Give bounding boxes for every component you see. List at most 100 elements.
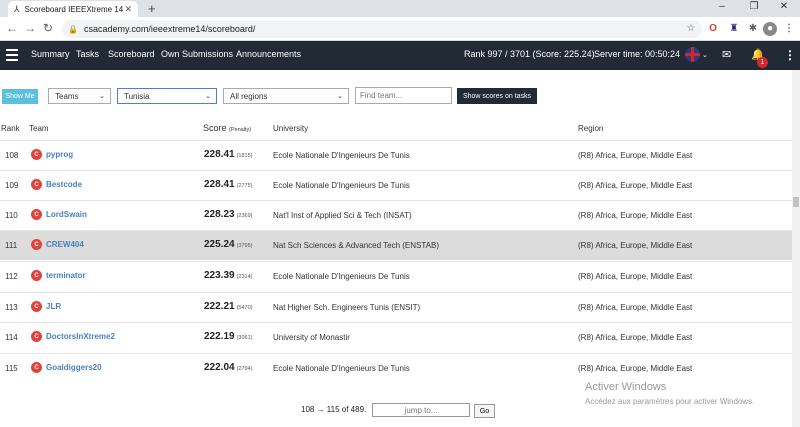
row-region: (R8) Africa, Europe, Middle East <box>578 181 693 190</box>
team-name-link[interactable]: Goaldiggers20 <box>46 363 102 372</box>
team-logo-icon: C <box>31 362 42 373</box>
tab-close-icon[interactable]: ✕ <box>124 4 132 15</box>
row-team[interactable]: C CREW404 <box>31 239 84 250</box>
row-region: (R8) Africa, Europe, Middle East <box>578 303 693 312</box>
app-navbar: Summary Tasks Scoreboard Own Submissions… <box>0 41 800 70</box>
show-scores-button[interactable]: Show scores on tasks <box>457 88 537 104</box>
table-row-highlighted: 111 C CREW404 225.24 (3795) Nat Sch Scienc… <box>0 230 792 260</box>
region-select[interactable]: All regions ⌄ <box>223 88 349 104</box>
team-name-link[interactable]: JLR <box>46 302 61 311</box>
row-rank: 112 <box>5 272 18 281</box>
team-logo-icon: C <box>31 149 42 160</box>
row-rank: 115 <box>5 364 18 373</box>
back-icon[interactable]: ← <box>4 21 20 35</box>
row-rank: 110 <box>5 211 18 220</box>
row-team[interactable]: Cpyprog <box>31 149 73 160</box>
lock-icon: 🔒 <box>68 24 78 34</box>
row-team[interactable]: C DoctorsInXtreme2 <box>31 331 115 342</box>
go-button[interactable]: Go <box>474 404 495 418</box>
region-select-value: All regions <box>230 91 268 101</box>
extension-icon[interactable]: ♜ <box>727 22 741 36</box>
team-name-link[interactable]: Bestcode <box>46 180 82 189</box>
notification-badge: 1 <box>757 57 768 68</box>
team-name-link[interactable]: CREW404 <box>46 240 84 249</box>
address-bar[interactable]: 🔒 csacademy.com/ieeextreme14/scoreboard/ <box>62 20 702 38</box>
header-region[interactable]: Region <box>578 124 603 133</box>
row-rank: 111 <box>5 241 18 250</box>
browser-tab[interactable]: ⅄ Scoreboard IEEEXtreme 14.0 ✕ <box>8 1 138 17</box>
country-select[interactable]: Tunisia ⌄ <box>117 88 217 104</box>
url-text: csacademy.com/ieeextreme14/scoreboard/ <box>83 24 256 34</box>
team-logo-icon: C <box>31 270 42 281</box>
table-row: 114 C DoctorsInXtreme2 222.19 (3061) Unive… <box>0 322 792 352</box>
show-me-button[interactable]: Show Me <box>2 89 38 104</box>
header-score[interactable]: Score (Penalty) <box>203 123 251 133</box>
row-score: 228.41 (1815) <box>204 149 253 160</box>
star-icon[interactable]: ☆ <box>684 22 698 36</box>
teams-select[interactable]: Teams ⌄ <box>48 88 111 104</box>
row-region: (R8) Africa, Europe, Middle East <box>578 241 693 250</box>
scoreboard-header: Rank Team Score (Penalty) University Reg… <box>0 120 792 140</box>
minimize-button[interactable]: – <box>712 1 732 12</box>
jump-to-input[interactable] <box>372 403 470 417</box>
close-window-button[interactable]: ✕ <box>774 1 794 12</box>
header-score-label: Score <box>203 123 227 133</box>
opera-extension-icon[interactable]: O <box>706 22 720 36</box>
row-university: Ecole Nationale D'Ingenieurs De Tunis <box>273 181 410 190</box>
rank-info: Rank 997 / 3701 (Score: 225.24) <box>464 49 595 59</box>
reload-icon[interactable]: ↻ <box>40 21 56 35</box>
score-value: 222.19 <box>204 331 235 342</box>
row-university: Nat Higher Sch. Engineers Tunis (ENSIT) <box>273 303 421 312</box>
score-value: 228.41 <box>204 149 235 160</box>
score-value: 225.24 <box>204 239 235 250</box>
more-menu-icon[interactable]: ⋮ <box>784 48 796 62</box>
nav-announcements[interactable]: Announcements <box>236 49 301 59</box>
table-row: 108 Cpyprog 228.41 (1815) Ecole Nationale… <box>0 140 792 170</box>
row-team[interactable]: C LordSwain <box>31 209 87 220</box>
team-logo-icon: C <box>31 301 42 312</box>
nav-scoreboard[interactable]: Scoreboard <box>108 49 155 59</box>
page-scrollbar[interactable] <box>792 70 800 427</box>
scrollbar-thumb[interactable] <box>793 197 799 207</box>
team-name-link[interactable]: DoctorsInXtreme2 <box>46 332 115 341</box>
score-value: 222.04 <box>204 362 235 373</box>
penalty-value: (2314) <box>236 274 253 280</box>
row-university: Nat'l Inst of Applied Sci & Tech (INSAT) <box>273 211 412 220</box>
row-team[interactable]: Cterminator <box>31 270 86 281</box>
profile-avatar[interactable]: ● <box>763 22 777 36</box>
team-logo-icon: C <box>31 179 42 190</box>
new-tab-button[interactable]: + <box>148 1 156 16</box>
header-team[interactable]: Team <box>29 124 49 133</box>
nav-summary[interactable]: Summary <box>31 49 70 59</box>
puzzle-extension-icon[interactable]: ✱ <box>746 22 760 36</box>
row-rank: 114 <box>5 333 18 342</box>
row-region: (R8) Africa, Europe, Middle East <box>578 151 693 160</box>
score-value: 223.39 <box>204 270 235 281</box>
header-rank[interactable]: Rank <box>1 124 20 133</box>
language-chevron-down-icon[interactable]: ⌄ <box>702 51 708 59</box>
table-row: 109 C Bestcode 228.41 (2775) Ecole Nationa… <box>0 170 792 200</box>
penalty-value: (5470) <box>236 305 253 311</box>
team-name-link[interactable]: pyprog <box>46 150 73 159</box>
country-select-value: Tunisia <box>124 91 150 101</box>
penalty-value: (3061) <box>236 335 253 341</box>
mail-icon[interactable]: ✉ <box>722 48 731 61</box>
hamburger-menu-icon[interactable] <box>6 49 18 61</box>
row-team[interactable]: C JLR <box>31 301 61 312</box>
row-university: Ecole Nationale D'Ingenieurs De Tunis <box>273 364 410 373</box>
nav-own-submissions[interactable]: Own Submissions <box>161 49 233 59</box>
nav-tasks[interactable]: Tasks <box>76 49 99 59</box>
csacademy-favicon-icon: ⅄ <box>14 3 20 14</box>
table-row: 115 C Goaldiggers20 222.04 (2794) Ecole Na… <box>0 353 792 383</box>
restore-button[interactable]: ❐ <box>744 1 764 12</box>
row-team[interactable]: C Bestcode <box>31 179 82 190</box>
uk-flag-icon[interactable] <box>685 47 700 62</box>
row-team[interactable]: C Goaldiggers20 <box>31 362 102 373</box>
header-university[interactable]: University <box>273 124 308 133</box>
team-name-link[interactable]: terminator <box>46 271 86 280</box>
penalty-value: (2794) <box>236 366 253 372</box>
forward-icon[interactable]: → <box>22 21 38 35</box>
browser-menu-icon[interactable]: ⋮ <box>782 22 796 36</box>
find-team-input[interactable] <box>355 87 452 104</box>
team-name-link[interactable]: LordSwain <box>46 210 87 219</box>
